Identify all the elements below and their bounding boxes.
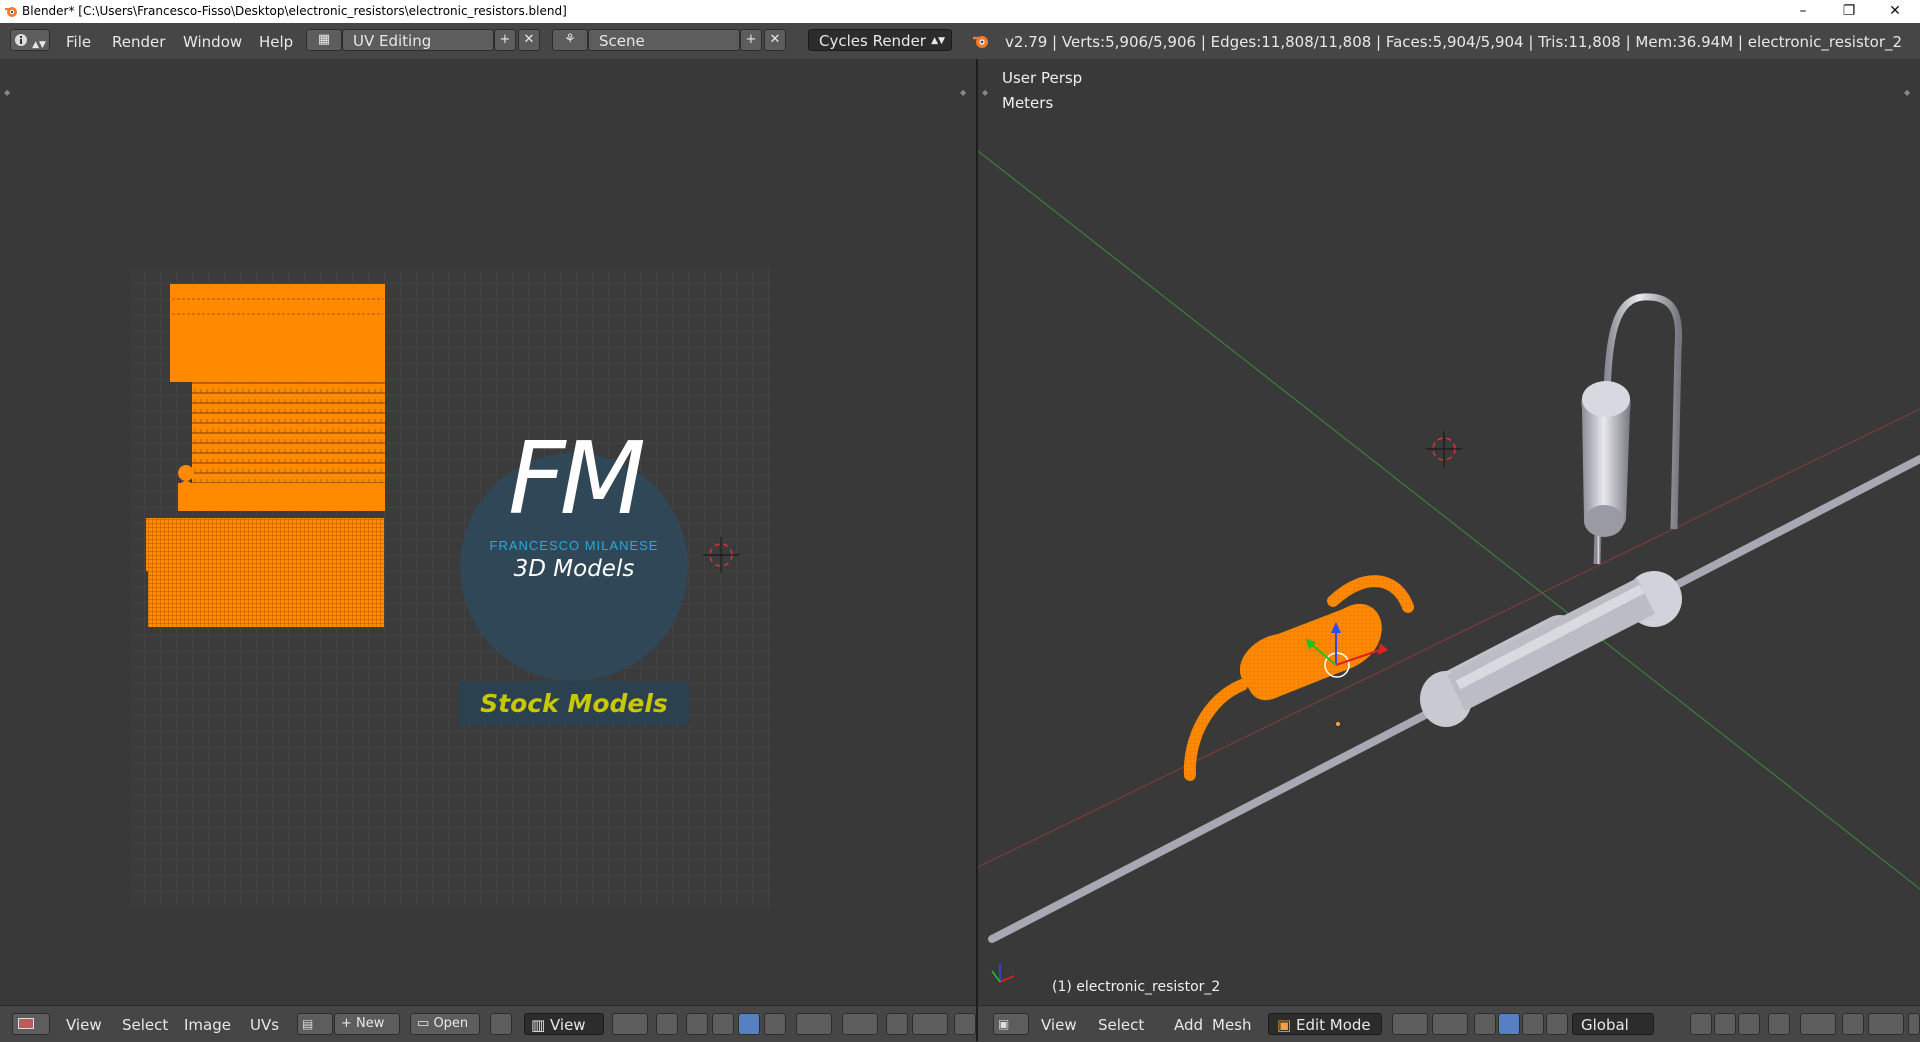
orientation-axes-icon xyxy=(991,964,1015,983)
resistor-2-mesh-selected[interactable] xyxy=(1183,575,1414,781)
y-axis-line xyxy=(978,150,1920,890)
uv-editor-header: View Select Image UVs ▤ + New ▭ Open ▥ V… xyxy=(0,1005,976,1042)
face-select-icon[interactable] xyxy=(738,1013,760,1035)
uv-menu-view[interactable]: View xyxy=(66,1016,102,1034)
cube-icon: ▣ xyxy=(998,1017,1010,1031)
info-header: ▲▼ File Render Window Help ▦ UV Editing … xyxy=(0,23,1920,60)
uv-menu-select[interactable]: Select xyxy=(122,1016,168,1034)
3d-viewport[interactable]: User Persp Meters ◆ ◆ (1) electronic_res… xyxy=(978,59,1920,1005)
vp-menu-add[interactable]: Add xyxy=(1174,1016,1203,1034)
window-title: Blender* [C:\Users\Francesco-Fisso\Deskt… xyxy=(22,4,567,18)
add-screen-icon[interactable]: + xyxy=(494,29,516,51)
scene-icon: ⚘ xyxy=(564,32,576,47)
logo-letters: FM xyxy=(508,420,646,537)
editor-type-image-button[interactable] xyxy=(12,1013,50,1035)
resistor-1-mesh[interactable] xyxy=(1581,293,1682,565)
screen-layout-browse-button[interactable]: ▦ xyxy=(306,29,342,51)
sticky-mode-icon[interactable] xyxy=(796,1013,832,1035)
vp-menu-view[interactable]: View xyxy=(1041,1016,1077,1034)
overflow-icon[interactable] xyxy=(1908,1013,1920,1035)
info-icon xyxy=(15,34,27,46)
image-icon: ▤ xyxy=(302,1017,314,1031)
blender-logo-icon xyxy=(5,7,17,17)
scene-field[interactable]: Scene xyxy=(588,29,740,51)
translate-manipulator-icon[interactable] xyxy=(1498,1013,1520,1035)
snap-toggle-icon[interactable] xyxy=(1842,1013,1864,1035)
menu-file[interactable]: File xyxy=(66,33,91,51)
active-object-label: (1) electronic_resistor_2 xyxy=(1052,979,1221,995)
snap-element-icon[interactable] xyxy=(1868,1013,1904,1035)
scene-statistics: v2.79 | Verts:5,906/5,906 | Edges:11,808… xyxy=(1005,33,1903,51)
limit-selection-icon[interactable] xyxy=(1768,1013,1790,1035)
blender-logo-icon xyxy=(973,36,988,48)
uv-menu-image[interactable]: Image xyxy=(184,1016,231,1034)
x-axis-line xyxy=(978,408,1920,868)
interaction-mode-dropdown[interactable]: ▣ Edit Mode xyxy=(1268,1013,1382,1035)
edit-mode-icon: ▣ xyxy=(1277,1016,1292,1034)
delete-scene-icon[interactable]: ✕ xyxy=(764,29,786,51)
scale-manipulator-icon[interactable] xyxy=(1546,1013,1568,1035)
image-browse-button[interactable]: ▤ xyxy=(297,1013,333,1035)
plus-icon: + xyxy=(341,1016,352,1031)
add-scene-icon[interactable]: + xyxy=(740,29,762,51)
layout-grid-icon: ▦ xyxy=(317,32,331,47)
vertex-select-mode-icon[interactable] xyxy=(1690,1013,1712,1035)
vertex-select-icon[interactable] xyxy=(686,1013,708,1035)
3d-viewport-header: ▣ View Select Add Mesh ▣ Edit Mode Globa… xyxy=(978,1005,1920,1042)
window-title-bar: Blender* [C:\Users\Francesco-Fisso\Deskt… xyxy=(0,0,1920,23)
viewport-scene[interactable] xyxy=(978,59,1920,1005)
open-image-button[interactable]: ▭ Open xyxy=(410,1013,480,1035)
render-engine-label: Cycles Render xyxy=(819,32,926,50)
vp-menu-select[interactable]: Select xyxy=(1098,1016,1144,1034)
proportional-editing-icon[interactable] xyxy=(1800,1013,1836,1035)
island-select-icon[interactable] xyxy=(764,1013,786,1035)
folder-icon: ▭ xyxy=(417,1016,430,1031)
view-mode-dropdown[interactable]: ▥ View xyxy=(524,1013,604,1035)
delete-screen-icon[interactable]: ✕ xyxy=(518,29,540,51)
menu-help[interactable]: Help xyxy=(259,33,293,51)
manipulator-toggle-icon[interactable] xyxy=(1474,1013,1496,1035)
vp-menu-mesh[interactable]: Mesh xyxy=(1212,1016,1252,1034)
scene-browse-button[interactable]: ⚘ xyxy=(552,29,588,51)
proportional-edit-icon[interactable] xyxy=(842,1013,878,1035)
pivot-icon[interactable] xyxy=(612,1013,648,1035)
snap-icon[interactable] xyxy=(886,1013,908,1035)
chevron-updown-icon: ▲▼ xyxy=(32,40,46,50)
render-layer-icon[interactable] xyxy=(954,1013,976,1035)
logo-name: FRANCESCO MILANESE xyxy=(489,538,659,553)
uv-canvas[interactable] xyxy=(0,59,976,1005)
chevron-updown-icon: ▲▼ xyxy=(931,36,945,46)
uv-menu-uvs[interactable]: UVs xyxy=(250,1016,279,1034)
close-window-button[interactable]: ✕ xyxy=(1872,0,1918,23)
render-engine-dropdown[interactable]: Cycles Render ▲▼ xyxy=(808,29,952,51)
viewport-shading-icon[interactable] xyxy=(1392,1013,1428,1035)
editor-type-3d-button[interactable]: ▣ xyxy=(993,1013,1029,1035)
editor-type-info-button[interactable]: ▲▼ xyxy=(10,29,50,51)
image-editor-icon xyxy=(18,1018,34,1029)
snap-target-icon[interactable] xyxy=(912,1013,948,1035)
screen-layout-field[interactable]: UV Editing xyxy=(342,29,494,51)
transform-orientation-dropdown[interactable]: Global xyxy=(1572,1013,1654,1035)
new-image-button[interactable]: + New xyxy=(334,1013,400,1035)
uv-image-editor[interactable]: ◆ ◆ FM FRANCESCO MILANESE 3D Models Stoc… xyxy=(0,59,976,1005)
resistor-3-mesh[interactable] xyxy=(988,455,1920,943)
view-mode-icon: ▥ xyxy=(531,1016,546,1034)
3d-cursor-icon[interactable] xyxy=(1426,431,1462,467)
pin-icon[interactable] xyxy=(490,1013,512,1035)
face-select-mode-icon[interactable] xyxy=(1738,1013,1760,1035)
maximize-button[interactable]: ❐ xyxy=(1826,0,1872,23)
edge-select-icon[interactable] xyxy=(712,1013,734,1035)
rotate-manipulator-icon[interactable] xyxy=(1522,1013,1544,1035)
banner-text: Stock Models xyxy=(480,689,668,718)
menu-window[interactable]: Window xyxy=(183,33,242,51)
edge-select-mode-icon[interactable] xyxy=(1714,1013,1736,1035)
logo-subtitle: 3D Models xyxy=(513,556,635,582)
menu-render[interactable]: Render xyxy=(112,33,165,51)
minimize-button[interactable]: – xyxy=(1780,0,1826,23)
pivot-point-icon[interactable] xyxy=(1432,1013,1468,1035)
sync-selection-icon[interactable] xyxy=(656,1013,678,1035)
